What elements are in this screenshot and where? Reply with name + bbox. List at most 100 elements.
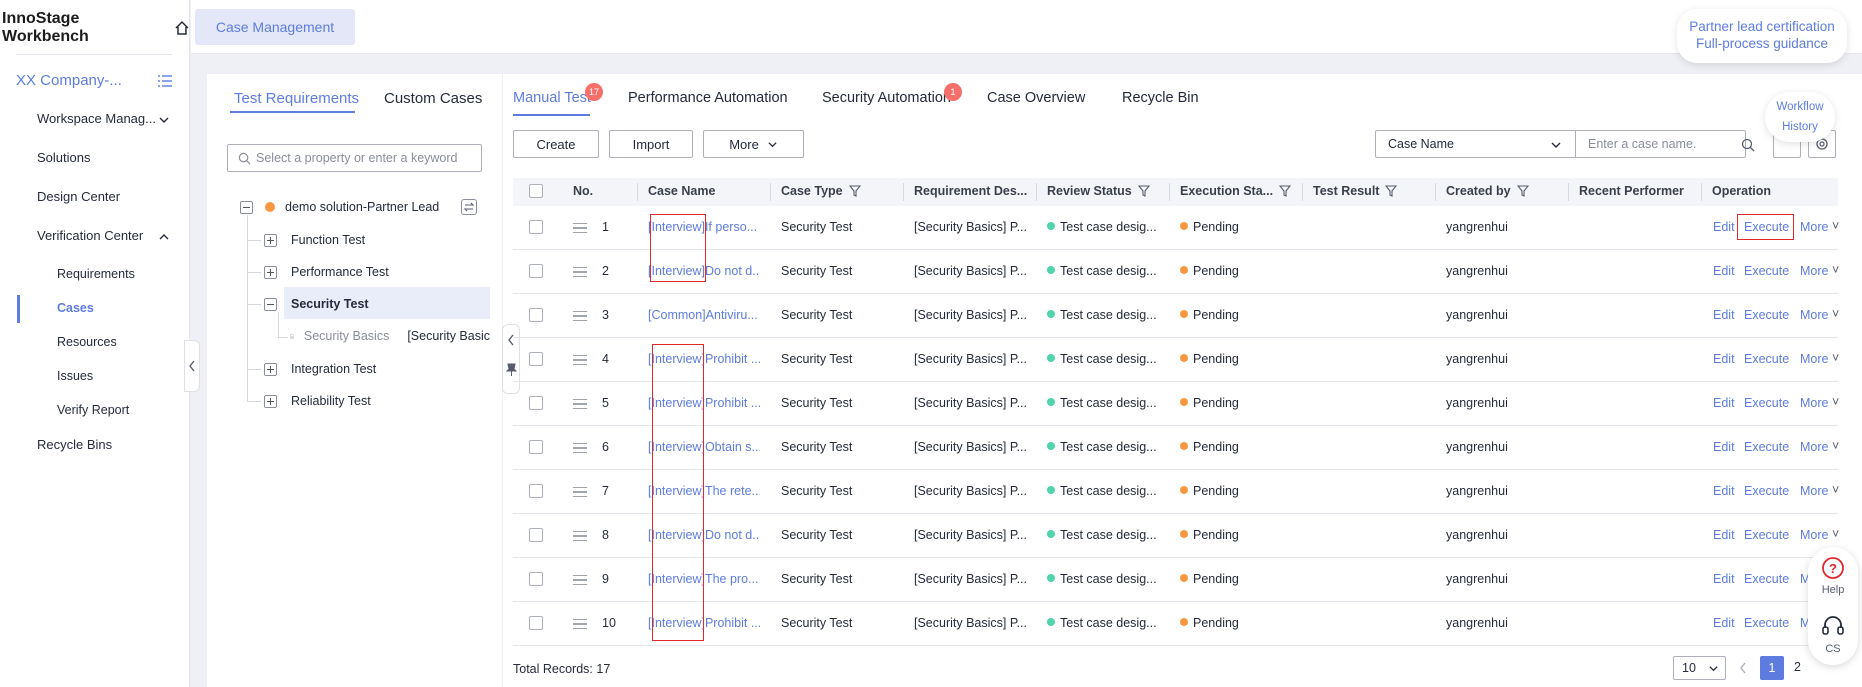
row-checkbox[interactable] [529, 264, 543, 278]
more-link[interactable]: More [1800, 264, 1828, 278]
row-checkbox[interactable] [529, 396, 543, 410]
tab-case-management[interactable]: Case Management [195, 9, 355, 45]
edit-link[interactable]: Edit [1713, 308, 1735, 322]
tree-root[interactable]: demo solution-Partner Lead [240, 200, 439, 214]
tree-node-integration-test[interactable]: Integration Test [264, 362, 376, 376]
expand-icon[interactable] [264, 394, 277, 408]
edit-link[interactable]: Edit [1713, 440, 1735, 454]
page-size-select[interactable]: 10 [1673, 656, 1726, 680]
drag-handle-icon[interactable] [573, 443, 587, 453]
execute-link[interactable]: Execute [1744, 484, 1789, 498]
chevron-down-icon[interactable]: ˅ [1832, 263, 1839, 277]
execute-link[interactable]: Execute [1744, 308, 1789, 322]
help-label[interactable]: Help [1808, 584, 1858, 596]
collapse-icon[interactable] [240, 200, 253, 214]
nav-solutions[interactable]: Solutions [37, 150, 90, 165]
chevron-down-icon[interactable] [158, 114, 170, 126]
nav-cases[interactable]: Cases [57, 301, 94, 315]
expand-icon[interactable] [264, 233, 277, 247]
nav-workspace-management[interactable]: Workspace Manag... [37, 111, 156, 126]
more-button[interactable]: More [703, 130, 804, 158]
partner-guidance-button[interactable]: Partner lead certification Full-process … [1677, 9, 1847, 63]
chevron-down-icon[interactable]: ˅ [1832, 307, 1839, 321]
row-checkbox[interactable] [529, 484, 543, 498]
cs-label[interactable]: CS [1808, 643, 1858, 655]
filter-icon[interactable] [1137, 185, 1150, 197]
execute-link[interactable]: Execute [1744, 528, 1789, 542]
collapse-icon[interactable] [264, 297, 277, 311]
row-checkbox[interactable] [529, 220, 543, 234]
nav-requirements[interactable]: Requirements [57, 267, 135, 281]
filter-icon[interactable] [1279, 185, 1292, 197]
drag-handle-icon[interactable] [573, 399, 587, 409]
requirement-search-input[interactable]: Select a property or enter a keyword [227, 144, 482, 172]
tab-manual-test[interactable]: Manual Test [513, 90, 591, 106]
row-checkbox[interactable] [529, 308, 543, 322]
workflow-history-button[interactable]: Workflow History [1765, 92, 1835, 142]
tab-performance-automation[interactable]: Performance Automation [628, 90, 788, 106]
nav-recycle-bins[interactable]: Recycle Bins [37, 437, 112, 452]
expand-icon[interactable] [264, 362, 277, 376]
more-link[interactable]: More [1800, 484, 1828, 498]
chevron-down-icon[interactable]: ˅ [1832, 483, 1839, 497]
nav-issues[interactable]: Issues [57, 369, 93, 383]
execute-link[interactable]: Execute [1744, 616, 1789, 630]
edit-link[interactable]: Edit [1713, 528, 1735, 542]
edit-link[interactable]: Edit [1713, 264, 1735, 278]
edit-link[interactable]: Edit [1713, 396, 1735, 410]
page-2-button[interactable]: 2 [1794, 660, 1801, 674]
row-checkbox[interactable] [529, 440, 543, 454]
drag-handle-icon[interactable] [573, 267, 587, 277]
filter-field-select[interactable]: Case Name [1375, 130, 1575, 158]
headset-icon[interactable] [1821, 615, 1845, 637]
tab-custom-cases[interactable]: Custom Cases [384, 90, 482, 107]
nav-verification-center[interactable]: Verification Center [37, 228, 143, 243]
chevron-down-icon[interactable]: ˅ [1832, 527, 1839, 541]
tab-case-overview[interactable]: Case Overview [987, 90, 1085, 106]
case-name-search-input[interactable]: Enter a case name. [1575, 130, 1755, 158]
edit-link[interactable]: Edit [1713, 484, 1735, 498]
filter-icon[interactable] [1516, 185, 1529, 197]
create-button[interactable]: Create [513, 130, 599, 158]
edit-link[interactable]: Edit [1713, 616, 1735, 630]
tree-node-security-test[interactable]: Security Test [264, 297, 369, 311]
execute-link[interactable]: Execute [1744, 352, 1789, 366]
brand[interactable]: InnoStage Workbench [0, 10, 190, 45]
execute-link[interactable]: Execute [1744, 440, 1789, 454]
nav-resources[interactable]: Resources [57, 335, 117, 349]
prev-page-icon[interactable] [1739, 662, 1747, 674]
drag-handle-icon[interactable] [573, 619, 587, 629]
chevron-down-icon[interactable]: ˅ [1832, 351, 1839, 365]
tree-node-reliability-test[interactable]: Reliability Test [264, 394, 371, 408]
chevron-down-icon[interactable]: ˅ [1832, 395, 1839, 409]
row-checkbox[interactable] [529, 616, 543, 630]
help-icon[interactable]: ? [1821, 556, 1845, 580]
more-link[interactable]: More [1800, 220, 1828, 234]
drag-handle-icon[interactable] [573, 487, 587, 497]
case-name-link[interactable]: [Common]Antiviru... [648, 308, 760, 322]
more-link[interactable]: More [1800, 440, 1828, 454]
home-icon[interactable] [174, 20, 190, 36]
tab-recycle-bin[interactable]: Recycle Bin [1122, 90, 1199, 106]
drag-handle-icon[interactable] [573, 223, 587, 233]
drag-handle-icon[interactable] [573, 575, 587, 585]
more-link[interactable]: More [1800, 308, 1828, 322]
execute-link[interactable]: Execute [1744, 396, 1789, 410]
edit-link[interactable]: Edit [1713, 220, 1735, 234]
tree-node-function-test[interactable]: Function Test [264, 233, 365, 247]
filter-icon[interactable] [1385, 185, 1398, 197]
tab-test-requirements[interactable]: Test Requirements [234, 90, 359, 107]
more-link[interactable]: More [1800, 352, 1828, 366]
search-icon[interactable] [1741, 138, 1755, 152]
tree-node-performance-test[interactable]: Performance Test [264, 265, 389, 279]
execute-link[interactable]: Execute [1744, 264, 1789, 278]
switch-icon[interactable] [461, 199, 477, 215]
execute-link[interactable]: Execute [1744, 572, 1789, 586]
more-link[interactable]: More [1800, 396, 1828, 410]
more-link[interactable]: More [1800, 528, 1828, 542]
drag-handle-icon[interactable] [573, 531, 587, 541]
drag-handle-icon[interactable] [573, 311, 587, 321]
nav-design-center[interactable]: Design Center [37, 189, 120, 204]
row-checkbox[interactable] [529, 572, 543, 586]
expand-icon[interactable] [264, 265, 277, 279]
